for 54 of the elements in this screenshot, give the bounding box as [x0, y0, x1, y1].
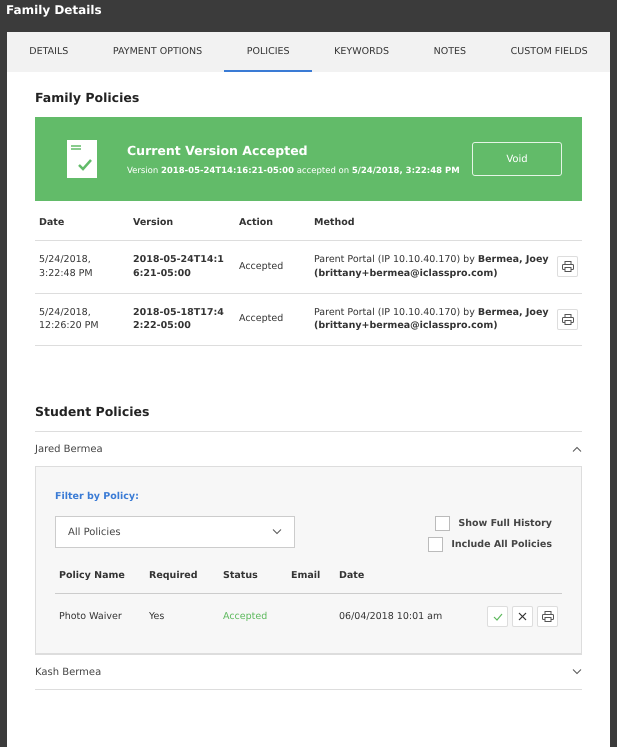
status-cell: Accepted: [223, 610, 268, 622]
filter-label: Filter by Policy:: [55, 491, 140, 502]
student-name: Jared Bermea: [35, 444, 103, 455]
required-cell: Yes: [149, 610, 164, 622]
section-heading: Student Policies: [35, 403, 150, 422]
checkbox-label: Show Full History: [458, 518, 552, 530]
column-header: Policy Name: [55, 552, 145, 594]
version-cell: 2018-05-24T14:16:21-05:00: [133, 254, 224, 279]
action-cell: Accepted: [239, 313, 284, 324]
method-cell: Parent Portal (IP 10.10.40.170) by Bermea, Joey (brittany+bermea@iclasspro.com): [314, 254, 549, 279]
tab[interactable]: CUSTOM FIELDS: [488, 32, 610, 72]
close-icon: [518, 612, 527, 622]
checkbox-label: Include All Policies: [451, 539, 552, 550]
column-header: Action: [235, 201, 310, 240]
checkbox[interactable]: [428, 537, 444, 552]
print-button[interactable]: [537, 606, 558, 628]
banner-detail: Version 2018-05-24T14:16:21-05:00 accepted on 5/24/2018, 3:22:48 PM: [127, 166, 461, 176]
student-accordion-header[interactable]: Kash Bermea: [35, 654, 582, 690]
version-cell: 2018-05-18T17:42:22-05:00: [133, 306, 224, 332]
student-name: Kash Bermea: [35, 666, 102, 678]
column-header: Required: [145, 552, 219, 594]
tab[interactable]: NOTES: [411, 32, 488, 72]
window-title: Family Details: [5, 2, 103, 19]
column-header: Status: [219, 552, 287, 594]
date-cell: 06/04/2018 10:01 am: [339, 610, 442, 622]
chevron-icon: [572, 669, 582, 676]
date-cell: 5/24/2018, 12:26:20 PM: [39, 306, 99, 332]
banner-title: Current Version Accepted: [127, 142, 309, 158]
printer-icon: [542, 611, 554, 622]
column-header: Date: [335, 552, 468, 594]
decline-button[interactable]: [512, 606, 533, 628]
method-cell: Parent Portal (IP 10.10.40.170) by Bermea, Joey (brittany+bermea@iclasspro.com): [314, 306, 549, 332]
check-icon: [492, 612, 502, 621]
tab[interactable]: DETAILS: [7, 32, 91, 72]
column-header: Version: [129, 201, 235, 240]
date-cell: 5/24/2018, 3:22:48 PM: [39, 254, 93, 279]
policy-dropdown[interactable]: All Policies: [55, 516, 295, 548]
tab[interactable]: PAYMENT OPTIONS: [90, 32, 224, 72]
section-heading: Family Policies: [35, 89, 140, 107]
policy-name-cell: Photo Waiver: [59, 610, 122, 622]
chevron-icon: [572, 446, 582, 452]
tab[interactable]: POLICIES: [224, 32, 312, 72]
column-header: Email: [287, 552, 335, 594]
action-cell: Accepted: [239, 260, 284, 272]
print-button[interactable]: [557, 256, 578, 278]
printer-icon: [562, 314, 574, 325]
print-button[interactable]: [557, 308, 578, 330]
document-check-icon: [67, 140, 97, 178]
checkbox[interactable]: [435, 516, 450, 532]
column-header: Date: [35, 201, 129, 240]
tab[interactable]: KEYWORDS: [312, 32, 412, 72]
chevron-icon: [272, 529, 282, 536]
printer-icon: [562, 261, 574, 272]
column-header: Method: [310, 201, 553, 240]
